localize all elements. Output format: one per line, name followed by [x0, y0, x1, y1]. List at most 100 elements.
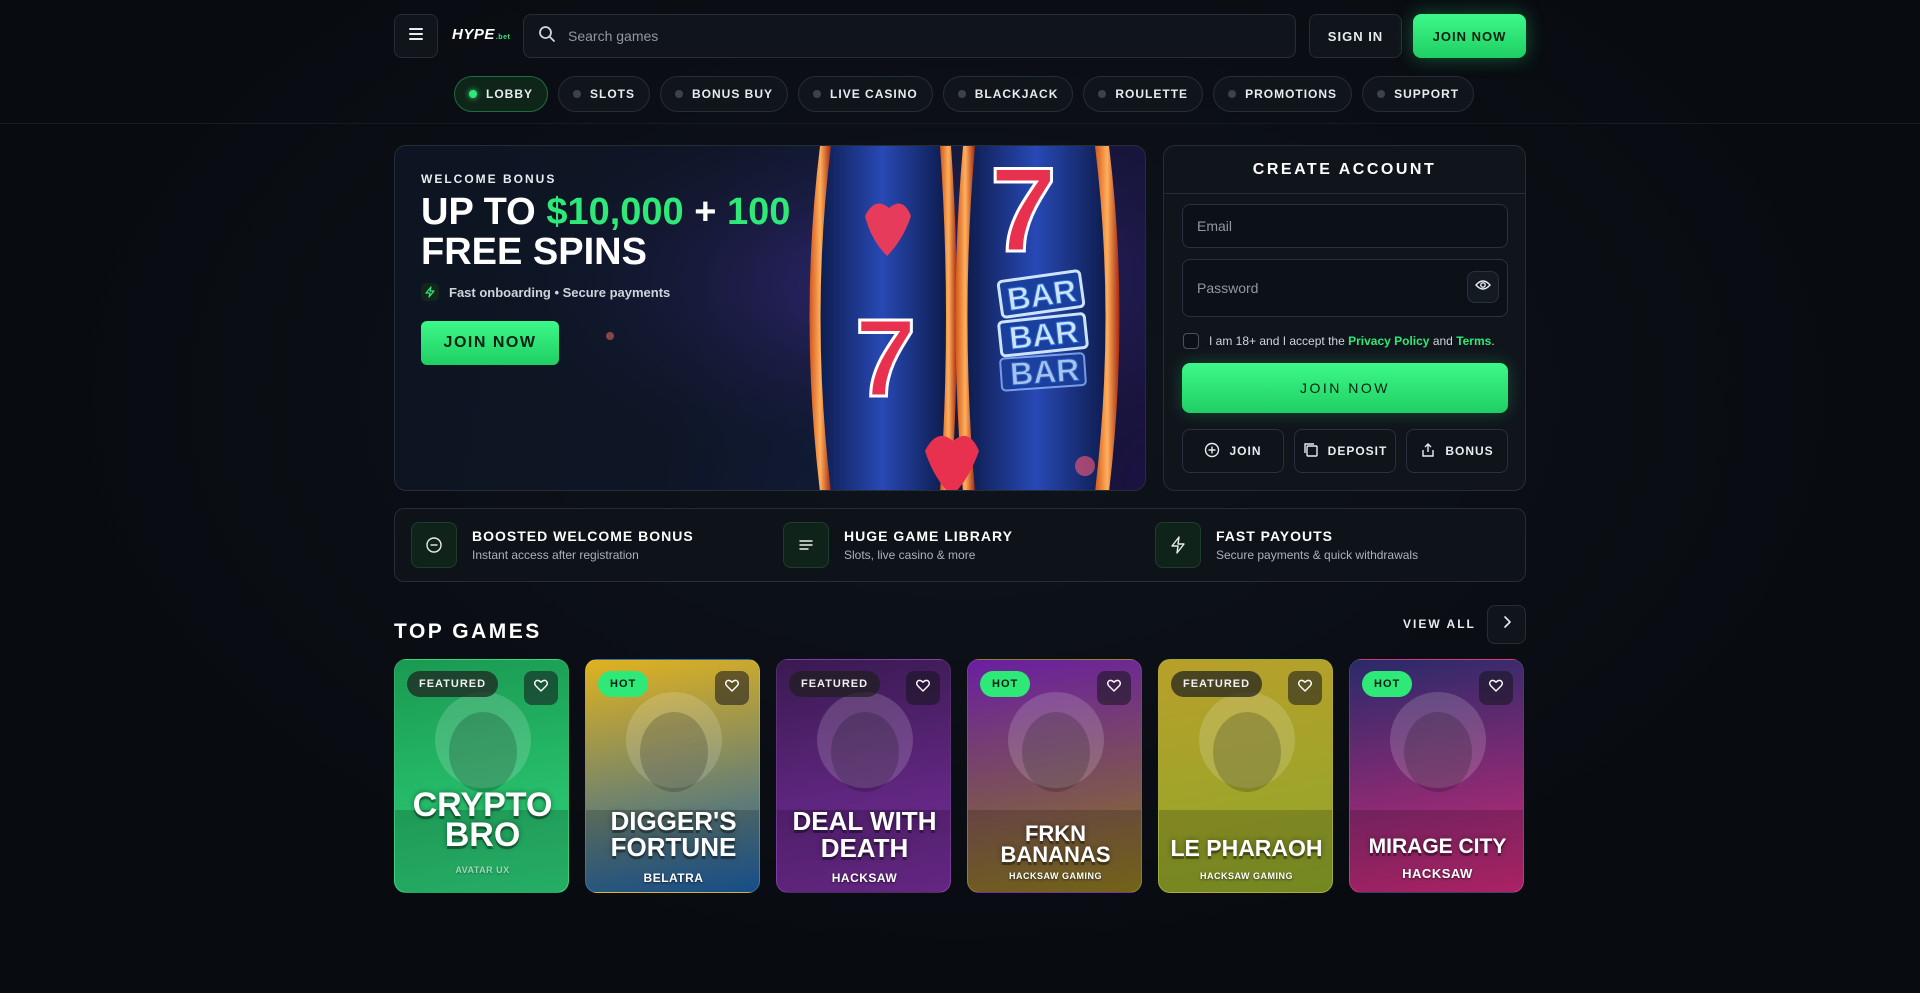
nav-tab-support[interactable]: SUPPORT — [1362, 76, 1475, 112]
age-consent: I am 18+ and I accept the Privacy Policy… — [1183, 333, 1495, 349]
category-nav: LOBBY SLOTS BONUS BUY LIVE CASINO BLACKJACK R… — [454, 76, 1475, 112]
hero-join-button[interactable]: JOIN NOW — [421, 321, 559, 365]
privacy-policy-link[interactable]: Privacy Policy — [1348, 334, 1429, 348]
eye-icon — [1475, 278, 1491, 296]
consent-end: . — [1491, 334, 1495, 348]
consent-prefix: I am 18+ and I accept the — [1209, 334, 1349, 348]
game-title: FRKN BANANAS — [1000, 821, 1111, 867]
nav-tab-label: BONUS BUY — [692, 87, 774, 101]
show-password-button[interactable] — [1467, 271, 1499, 303]
feature-boosted-bonus: BOOSTED WELCOME BONUS Instant access aft… — [411, 522, 694, 568]
view-all-link[interactable]: VIEW ALL — [1403, 617, 1476, 631]
game-provider: HACKSAW GAMING — [1009, 871, 1102, 881]
chevron-right-icon — [1502, 615, 1512, 634]
quick-bonus-button[interactable]: BONUS — [1406, 429, 1508, 473]
nav-tab-lobby[interactable]: LOBBY — [454, 76, 548, 112]
quick-join-label: JOIN — [1229, 444, 1262, 458]
feature-fast-payouts: FAST PAYOUTS Secure payments & quick wit… — [1155, 522, 1418, 568]
quick-deposit-label: DEPOSIT — [1327, 444, 1388, 458]
nav-tab-slots[interactable]: SLOTS — [558, 76, 651, 112]
status-dot-icon — [573, 90, 581, 98]
svg-text:7: 7 — [990, 146, 1057, 277]
favorite-button[interactable] — [1288, 671, 1322, 705]
game-card[interactable]: FEATURED CRYPTO BRO AVATAR UX — [394, 659, 569, 893]
feature-title: BOOSTED WELCOME BONUS — [472, 528, 694, 544]
quick-join-button[interactable]: JOIN — [1182, 429, 1284, 473]
heart-icon — [1107, 679, 1121, 697]
plus-circle-icon — [1204, 442, 1220, 461]
top-games-title: TOP GAMES — [394, 620, 542, 643]
email-field[interactable] — [1182, 204, 1508, 248]
favorite-button[interactable] — [1479, 671, 1513, 705]
consent-checkbox[interactable] — [1183, 333, 1199, 349]
nav-tab-label: SUPPORT — [1394, 87, 1460, 101]
title-prefix: UP TO — [421, 191, 547, 233]
nav-tab-promotions[interactable]: PROMOTIONS — [1213, 76, 1353, 112]
favorite-button[interactable] — [1097, 671, 1131, 705]
copy-icon — [1303, 442, 1319, 461]
quick-actions: JOIN DEPOSIT BONUS — [1182, 429, 1508, 473]
status-dot-icon — [1098, 90, 1107, 98]
create-account-join-button[interactable]: JOIN NOW — [1182, 363, 1508, 413]
email-input[interactable] — [1197, 218, 1447, 234]
search-bar[interactable] — [523, 14, 1296, 58]
heart-icon — [725, 679, 739, 697]
game-card[interactable]: FEATURED DEAL WITH DEATH HACKSAW — [776, 659, 951, 893]
game-badge: FEATURED — [407, 671, 499, 697]
svg-text:7: 7 — [855, 297, 916, 420]
search-icon — [538, 25, 556, 48]
nav-tab-label: LOBBY — [486, 87, 533, 101]
nav-tab-label: ROULETTE — [1115, 87, 1189, 101]
favorite-button[interactable] — [524, 671, 558, 705]
hamburger-icon — [408, 27, 424, 46]
nav-tab-blackjack[interactable]: BLACKJACK — [942, 76, 1074, 112]
search-input[interactable] — [568, 28, 1248, 44]
lines-icon — [783, 522, 829, 568]
nav-tab-live-casino[interactable]: LIVE CASINO — [798, 76, 933, 112]
game-card[interactable]: HOT DIGGER'S FORTUNE BELATRA — [585, 659, 760, 893]
logo[interactable]: HYPE.bet — [452, 26, 510, 46]
quick-bonus-label: BONUS — [1445, 444, 1494, 458]
heart-icon — [534, 679, 548, 697]
game-card[interactable]: FEATURED LE PHARAOH HACKSAW GAMING — [1158, 659, 1333, 893]
bolt-icon — [421, 283, 439, 301]
status-dot-icon — [1377, 90, 1386, 98]
join-now-header-button[interactable]: JOIN NOW — [1413, 14, 1526, 58]
title-plus: + — [683, 191, 727, 233]
password-input[interactable] — [1197, 280, 1447, 296]
nav-tab-bonus-buy[interactable]: BONUS BUY — [660, 76, 789, 112]
heart-icon — [1489, 679, 1503, 697]
create-account-title: CREATE ACCOUNT — [1164, 146, 1525, 194]
game-provider: HACKSAW GAMING — [1200, 871, 1293, 881]
game-card[interactable]: HOT FRKN BANANAS HACKSAW GAMING — [967, 659, 1142, 893]
logo-suffix: .bet — [495, 34, 511, 41]
password-field[interactable] — [1182, 259, 1508, 317]
quick-deposit-button[interactable]: DEPOSIT — [1294, 429, 1396, 473]
hero-subtitle-text: Fast onboarding • Secure payments — [449, 284, 671, 300]
game-badge: HOT — [1362, 671, 1413, 697]
logo-text: HYPE — [452, 26, 495, 43]
game-card[interactable]: HOT MIRAGE CITY HACKSAW — [1349, 659, 1524, 893]
game-title: LE PHARAOH — [1170, 835, 1323, 861]
bonus-amount: $10,000 — [546, 191, 684, 233]
feature-desc: Instant access after registration — [472, 548, 639, 562]
favorite-button[interactable] — [715, 671, 749, 705]
site-header: HYPE.bet SIGN IN JOIN NOW LOBBY SLOTS BONU… — [0, 0, 1920, 124]
features-strip: BOOSTED WELCOME BONUS Instant access aft… — [394, 508, 1526, 582]
game-title: DIGGER'S FORTUNE — [610, 806, 737, 862]
game-title: DEAL WITH DEATH — [792, 806, 937, 863]
terms-link[interactable]: Terms — [1456, 334, 1491, 348]
favorite-button[interactable] — [906, 671, 940, 705]
nav-tab-roulette[interactable]: ROULETTE — [1083, 76, 1204, 112]
feature-desc: Secure payments & quick withdrawals — [1216, 548, 1419, 562]
game-provider: AVATAR UX — [455, 865, 510, 875]
status-dot-icon — [813, 90, 822, 98]
minus-circle-icon — [411, 522, 457, 568]
welcome-bonus-banner[interactable]: 7 7 BAR BAR BAR WELCOME BONUS UP TO $10,… — [394, 145, 1146, 491]
sign-in-button[interactable]: SIGN IN — [1309, 14, 1402, 58]
create-account-panel: CREATE ACCOUNT I am 18+ and I accept the… — [1163, 145, 1526, 491]
menu-button[interactable] — [394, 14, 438, 58]
status-dot-icon — [957, 90, 966, 98]
games-next-button[interactable] — [1487, 605, 1526, 644]
nav-tab-label: LIVE CASINO — [830, 87, 918, 101]
